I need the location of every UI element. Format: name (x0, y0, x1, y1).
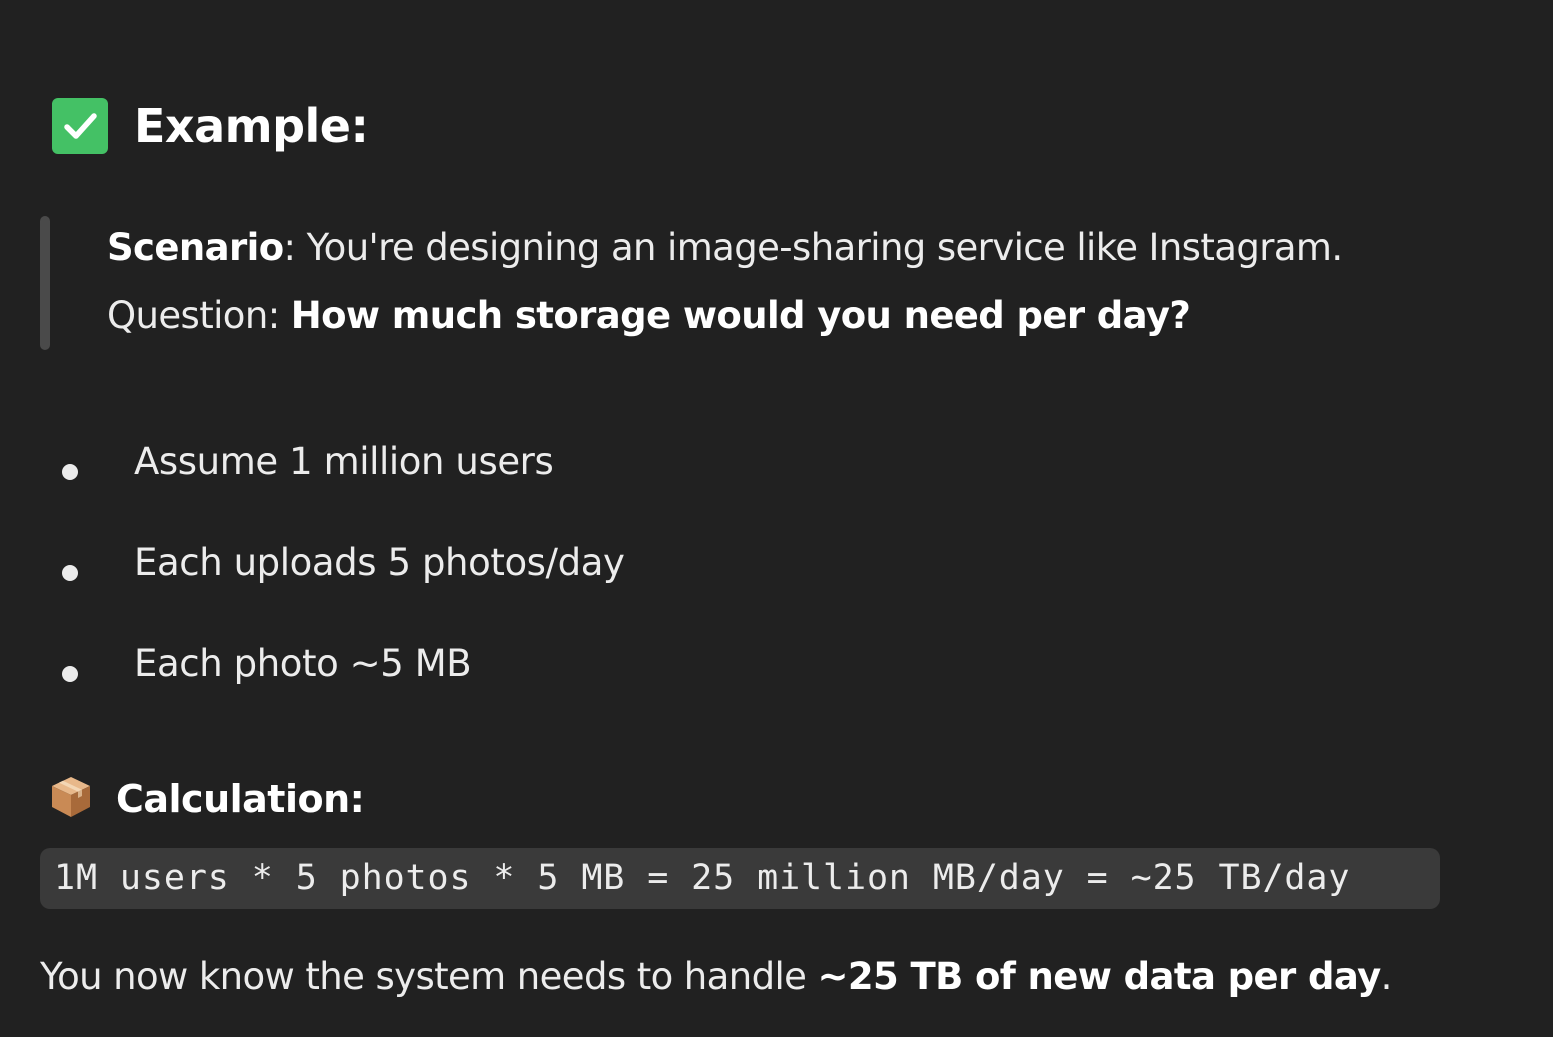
list-item: Each photo ~5 MB (58, 642, 624, 743)
calculation-heading: Calculation: (48, 774, 365, 824)
scenario-text: : You're designing an image-sharing serv… (283, 226, 1344, 269)
example-heading: Example: (52, 98, 369, 154)
check-mark-button-icon (52, 98, 108, 154)
list-item-text: Each uploads 5 photos/day (134, 541, 625, 584)
example-title: Example: (134, 99, 369, 153)
calculation-code: 1M users * 5 photos * 5 MB = 25 million … (40, 848, 1440, 909)
question-text: How much storage would you need per day? (290, 294, 1191, 337)
scenario-line: Scenario: You're designing an image-shar… (107, 226, 1343, 269)
conclusion-prefix: You now know the system needs to handle (40, 955, 818, 998)
bullet-icon (62, 666, 78, 682)
conclusion-text: You now know the system needs to handle … (40, 955, 1392, 998)
scenario-blockquote: Scenario: You're designing an image-shar… (40, 216, 1490, 350)
list-item: Each uploads 5 photos/day (58, 541, 625, 642)
list-item: Assume 1 million users (58, 440, 624, 541)
calculation-title: Calculation: (116, 777, 365, 821)
conclusion-bold: ~25 TB of new data per day (817, 955, 1381, 998)
assumptions-list: Assume 1 million users Each uploads 5 ph… (58, 440, 625, 743)
question-label: Question: (107, 294, 291, 337)
list-item-text: Each photo ~5 MB (134, 642, 472, 685)
package-icon (48, 774, 94, 824)
blockquote-bar (40, 216, 50, 350)
bullet-icon (62, 464, 78, 480)
bullet-icon (62, 565, 78, 581)
conclusion-suffix: . (1380, 955, 1393, 998)
question-line: Question: How much storage would you nee… (107, 294, 1191, 337)
list-item-text: Assume 1 million users (134, 440, 554, 483)
scenario-label: Scenario (107, 226, 284, 269)
